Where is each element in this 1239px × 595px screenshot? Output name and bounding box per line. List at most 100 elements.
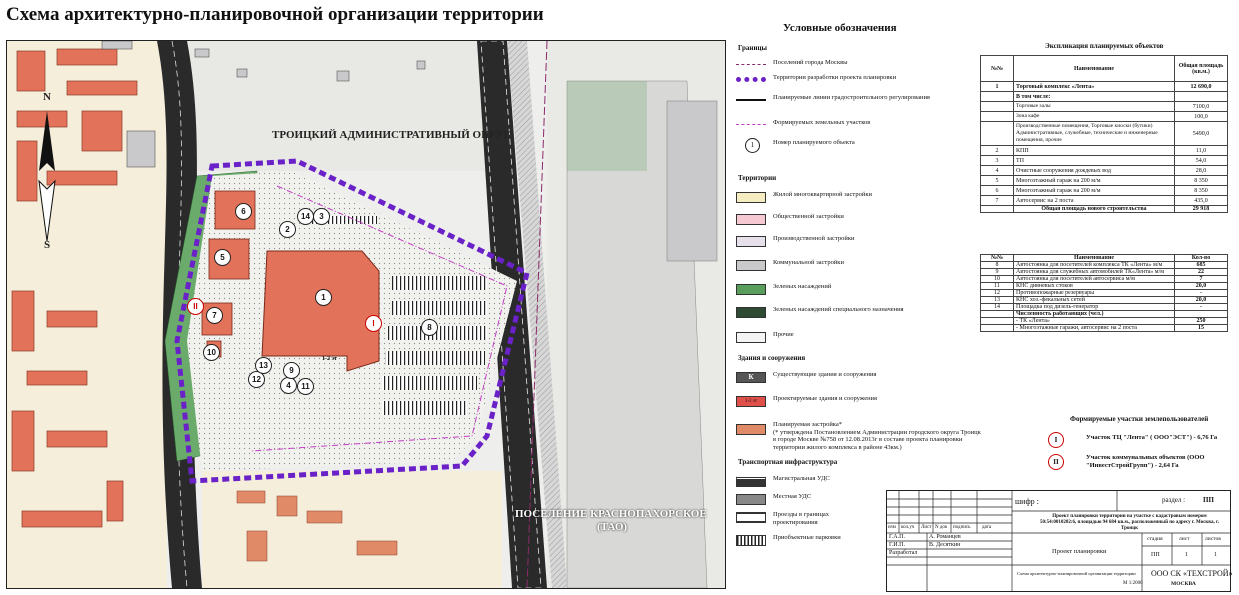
parcel-i-icon: I xyxy=(1048,432,1064,448)
objects-table-body: 1 Торговый комплекс «Лента» 12 690,0 В том … xyxy=(980,81,1228,213)
object-10-marker[interactable]: 10 xyxy=(203,344,220,361)
object-8-marker[interactable]: 8 xyxy=(421,319,438,336)
cell-value: 685 xyxy=(1174,261,1228,269)
cell-name: Противопожарные резервуары xyxy=(1013,289,1175,297)
cell-name: Автостоянка для служебных автомобилей ТК… xyxy=(1013,268,1175,276)
table-row: Производственные помещения, Торговые кио… xyxy=(980,121,1228,146)
table-row: Торговые залы 7100,0 xyxy=(980,101,1228,112)
cell-value: 100,0 xyxy=(1174,111,1228,122)
object-11-marker[interactable]: 11 xyxy=(297,378,314,395)
color-swatch xyxy=(736,236,766,247)
cell-value: 435,0 xyxy=(1174,195,1228,206)
object-3-marker[interactable]: 3 xyxy=(313,208,330,225)
cell-name: Торговые залы xyxy=(1013,101,1175,112)
workers-label: Численность работающих (чел.) xyxy=(1013,310,1175,318)
table-row: 5 Многоэтажный гараж на 200 м/м 8 350 xyxy=(980,175,1228,186)
cell-value xyxy=(1174,91,1228,102)
col-area: Общая площадь (кв.м.) xyxy=(1174,55,1228,82)
sheets-heading: листов xyxy=(1205,536,1221,542)
cell-number xyxy=(980,91,1014,102)
cell-number: 10 xyxy=(980,275,1014,283)
table-row: 6 Многоэтажный гараж на 200 м/м 8 350 xyxy=(980,185,1228,196)
road-swatch xyxy=(736,476,766,487)
object-14-marker[interactable]: 14 xyxy=(297,208,314,225)
cell-number: 11 xyxy=(980,282,1014,290)
cell-name: Автостоянка для посетителей автосервиса … xyxy=(1013,275,1175,283)
color-swatch: 1-2 эт xyxy=(736,396,766,407)
col-count: Кол-во xyxy=(1174,254,1228,262)
legend-item-main-road: Магистральная УДС xyxy=(736,474,986,490)
cell-value: 54,0 xyxy=(1174,155,1228,166)
legend-item-green-special: Зеленых насаждений специального назначен… xyxy=(736,305,986,321)
cell-number: 9 xyxy=(980,268,1014,276)
object-13-marker[interactable]: 13 xyxy=(255,357,272,374)
line-swatch xyxy=(736,124,766,125)
object-7-marker[interactable]: 7 xyxy=(206,307,223,324)
legend-item-other: Прочие xyxy=(736,330,986,346)
col-number: №№ xyxy=(980,55,1014,82)
gip-label: Г.И.П. xyxy=(889,542,905,548)
compass: N S xyxy=(25,91,69,251)
compass-n-label: N xyxy=(43,91,51,103)
cell-name: Автостоянка для посетителей комплекса ТК… xyxy=(1013,261,1175,269)
table-row: 2 КПП 11,0 xyxy=(980,145,1228,156)
legend-item-planned-development: Планируемая застройка* (* утверждена Пост… xyxy=(736,420,986,456)
gap-label: Г.А.П. xyxy=(889,534,905,540)
legend-item-existing-buildings: К Существующие здания и сооружения xyxy=(736,370,986,386)
object-1-marker[interactable]: 1 xyxy=(315,289,332,306)
object-4-marker[interactable]: 4 xyxy=(280,377,297,394)
parcel-i-marker[interactable]: I xyxy=(365,315,382,332)
parking-swatch xyxy=(736,535,766,546)
cell-number: 7 xyxy=(980,195,1014,206)
table-row: 12 Противопожарные резервуары - xyxy=(980,289,1228,297)
parcel-ii-marker[interactable]: II xyxy=(187,298,204,315)
site-plan-map[interactable]: N S ТРОИЦКИЙ АДМИНИСТРАТИВНЫЙ ОКРУГ ПОСЕ… xyxy=(6,40,726,589)
cell-number: 12 xyxy=(980,289,1014,297)
land-parcels-title: Формируемые участки землепользователей xyxy=(1070,415,1209,423)
cell-value: 7100,0 xyxy=(1174,101,1228,112)
object-6-marker[interactable]: 6 xyxy=(235,203,252,220)
settlement-label: ПОСЕЛЕНИЕ КРАСНОПАХОРСКОЕ xyxy=(515,508,707,520)
cell-name: КНС дивневых стоков xyxy=(1013,282,1175,290)
legend-item-object-number: 1 Номер планируемого объекта xyxy=(736,138,986,154)
cipher-label: шифр : xyxy=(1015,497,1039,506)
object-2-marker[interactable]: 2 xyxy=(279,221,296,238)
north-arrow-icon xyxy=(38,111,56,242)
sheets-value: 1 xyxy=(1214,552,1217,558)
cell-name: Площадка под дизель-генератор xyxy=(1013,303,1175,311)
cell-value: 12 690,0 xyxy=(1174,81,1228,92)
cell-name: КПП xyxy=(1013,145,1175,156)
table-row: 8 Автостоянка для посетителей комплекса Т… xyxy=(980,261,1228,269)
cell-value: 250 xyxy=(1174,317,1228,325)
objects-table: №№ Наименование Общая площадь (кв.м.) 1Т… xyxy=(980,55,1228,213)
legend-territories-heading: Территории xyxy=(738,174,777,182)
legend-item-production: Производственной застройки xyxy=(736,234,986,250)
object-9-marker[interactable]: 9 xyxy=(283,362,300,379)
object-5-marker[interactable]: 5 xyxy=(214,249,231,266)
color-swatch: К xyxy=(736,372,766,383)
col-name: Наименование xyxy=(1013,254,1175,262)
table-row: 1 Торговый комплекс «Лента» 12 690,0 xyxy=(980,81,1228,92)
cell-number xyxy=(980,111,1014,122)
cell-number: 14 xyxy=(980,303,1014,311)
workers-row: Численность работающих (чел.) xyxy=(980,310,1228,318)
cell-value: 5490,0 xyxy=(1174,121,1228,146)
facilities-table: №№ Наименование Кол-во 8 Автостоянка для … xyxy=(980,254,1228,332)
color-swatch xyxy=(736,192,766,203)
company-name: ООО СК «ТЕХСТРОЙ» xyxy=(1151,569,1233,578)
legend-item-residential: Жилой многоквартирной застройки xyxy=(736,190,986,206)
cell-value: - xyxy=(1174,303,1228,311)
table-row: В том числе: xyxy=(980,91,1228,102)
legend-item-designed-buildings: 1-2 эт Проектируемые здания и сооружения xyxy=(736,394,986,410)
stage-value: ПП xyxy=(1151,552,1160,558)
district-label: ТРОИЦКИЙ АДМИНИСТРАТИВНЫЙ ОКРУГ xyxy=(272,129,511,141)
col-number: №№ xyxy=(980,254,1014,262)
facilities-table-body: 8 Автостоянка для посетителей комплекса Т… xyxy=(980,261,1228,332)
legend-item-land-parcels: Формируемых земельных участков xyxy=(736,118,986,134)
objects-table-title: Экспликация планируемых объектов xyxy=(1045,42,1164,50)
legend-transport-heading: Транспортная инфраструктура xyxy=(738,458,838,466)
col-kol: кол.уч xyxy=(901,525,915,530)
cell-name: Очистные сооружения дождевых вод xyxy=(1013,165,1175,176)
settlement-label-2: (ТАО) xyxy=(597,521,628,533)
table-row: 10 Автостоянка для посетителей автосервис… xyxy=(980,275,1228,283)
